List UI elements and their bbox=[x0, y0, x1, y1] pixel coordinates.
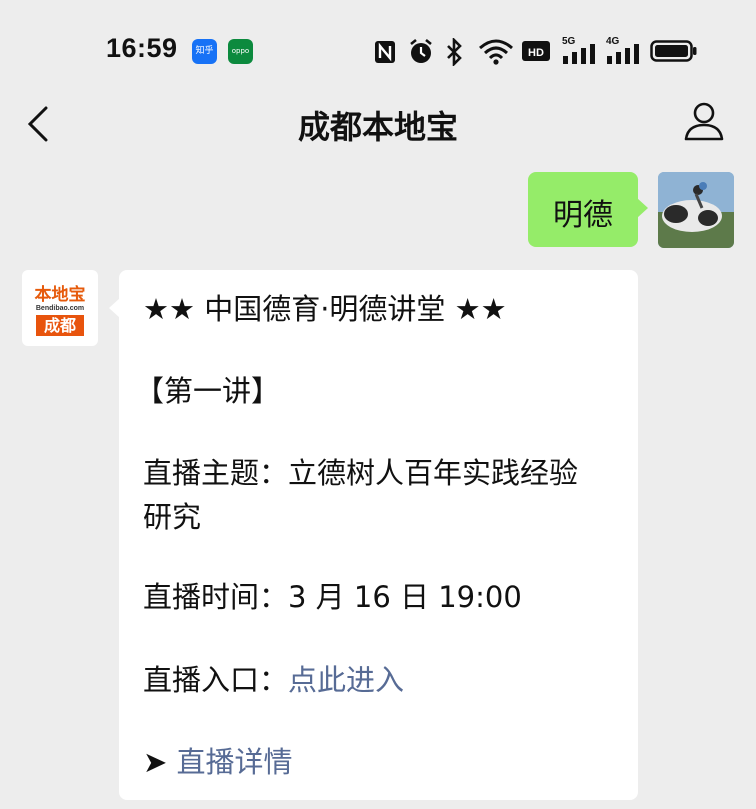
profile-icon[interactable] bbox=[683, 100, 725, 142]
sent-message-text: 明德 bbox=[553, 198, 613, 233]
entry-label: 直播入口： bbox=[143, 663, 289, 697]
logo-text-top: 本地宝 bbox=[34, 285, 86, 305]
hd-icon: HD bbox=[522, 41, 550, 61]
sent-message-bubble[interactable]: 明德 bbox=[528, 172, 648, 247]
enter-live-link[interactable]: 点此进入 bbox=[288, 663, 404, 697]
status-time: 16:59 bbox=[106, 33, 178, 63]
signal-4g-icon: 4G bbox=[606, 36, 642, 64]
topic-line-2: 研究 bbox=[143, 500, 202, 534]
lecture-number: 【第一讲】 bbox=[135, 374, 281, 408]
bluetooth-icon bbox=[447, 38, 462, 66]
card-title: ★★ 中国德育·明德讲堂 ★★ bbox=[143, 292, 507, 326]
my-avatar[interactable] bbox=[658, 172, 734, 248]
oppo-app-icon: oppo bbox=[228, 39, 253, 64]
panda-sculpture-image bbox=[658, 172, 734, 248]
bendibao-logo-avatar[interactable]: 本地宝 Bendibao.com 成都 bbox=[22, 270, 98, 346]
zhihu-app-icon: 知乎 bbox=[192, 39, 217, 64]
topic-line-1: 直播主题：立德树人百年实践经验 bbox=[143, 456, 579, 490]
logo-text-domain: Bendibao.com bbox=[35, 305, 85, 312]
arrow-icon: ➤ bbox=[143, 745, 168, 779]
nfc-icon bbox=[375, 41, 395, 63]
live-details-link[interactable]: 直播详情 bbox=[177, 745, 293, 779]
alarm-icon bbox=[410, 38, 432, 63]
reply-message-card: ★★ 中国德育·明德讲堂 ★★ 【第一讲】 直播主题：立德树人百年实践经验 研究… bbox=[109, 270, 638, 800]
wifi-icon bbox=[479, 39, 513, 65]
chat-title: 成都本地宝 bbox=[297, 108, 458, 146]
broadcast-time: 直播时间：3 月 16 日 19:00 bbox=[143, 580, 522, 614]
broadcast-entry-row: 直播入口：点此进入 bbox=[143, 655, 623, 705]
status-bar: 16:59 知乎 oppo HD 5G 4G bbox=[0, 0, 756, 100]
signal-5g-icon: 5G bbox=[562, 36, 598, 64]
battery-icon bbox=[650, 40, 697, 62]
detail-row: ➤ 直播详情 bbox=[143, 737, 623, 787]
chat-header: 成都本地宝 bbox=[0, 90, 756, 156]
logo-text-city: 成都 bbox=[36, 315, 84, 336]
